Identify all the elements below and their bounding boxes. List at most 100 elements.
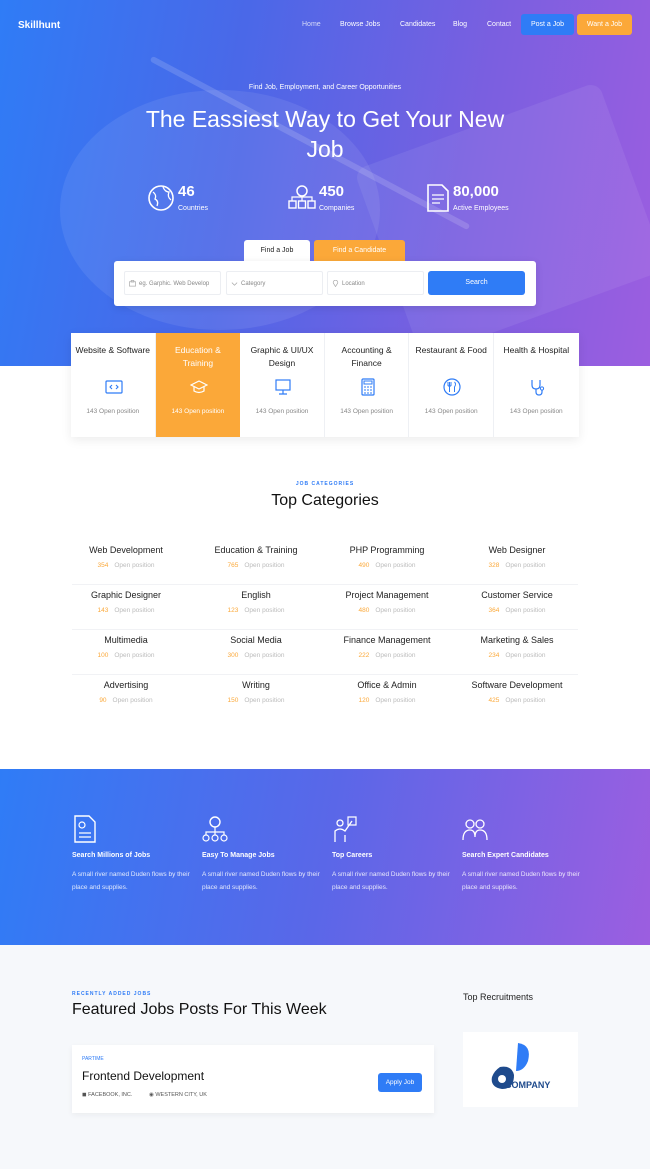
keyword-input[interactable]: eg. Garphic. Web Develop	[124, 271, 221, 295]
companies-icon	[288, 185, 316, 209]
top-navigation: Skillhunt Home Browse Jobs Candidates Bl…	[0, 0, 650, 50]
category-card-education-training[interactable]: Education & Training 143 Open position	[155, 333, 241, 437]
category-item[interactable]: Office & Admin 120 Open position	[322, 678, 452, 723]
category-item[interactable]: PHP Programming 490 Open position	[322, 543, 452, 588]
briefcase-icon	[129, 280, 136, 287]
feature-description: A small river named Duden flows by their…	[332, 871, 450, 891]
restaurant-icon	[443, 378, 461, 396]
category-count: 222	[358, 652, 370, 659]
category-count-label: Open position	[244, 562, 285, 569]
job-card[interactable]: PARTIME Frontend Development ◼ FACEBOOK,…	[72, 1045, 434, 1113]
job-company: ◼ FACEBOOK, INC.	[82, 1092, 132, 1098]
tab-find-candidate[interactable]: Find a Candidate	[314, 240, 405, 262]
category-card-open: 143 Open position	[509, 408, 563, 415]
company-logo-card[interactable]: COMPANY	[463, 1032, 578, 1107]
category-name: Customer Service	[481, 590, 553, 600]
job-type-badge: PARTIME	[82, 1056, 104, 1062]
graduation-cap-icon	[189, 380, 208, 394]
site-logo[interactable]: Skillhunt	[18, 20, 60, 31]
post-job-button[interactable]: Post a Job	[521, 14, 574, 35]
category-card-open: 143 Open position	[424, 408, 478, 415]
category-count: 480	[358, 607, 370, 614]
hero-tagline: Find Job, Employment, and Career Opportu…	[248, 84, 402, 91]
keyword-input-value: eg. Garphic. Web Develop	[139, 281, 210, 287]
category-item[interactable]: Project Management 480 Open position	[322, 588, 452, 633]
category-card-accounting-finance[interactable]: Accounting & Finance 143 Open position	[325, 333, 410, 437]
feature-title: Top Careers	[332, 852, 373, 859]
feature-item: Easy To Manage Jobs A small river named …	[202, 815, 327, 894]
feature-title: Search Millions of Jobs	[72, 852, 151, 859]
nav-link-home[interactable]: Home	[302, 21, 321, 28]
top-categories-title: Top Categories	[271, 492, 379, 509]
feature-item: Search Expert Candidates A small river n…	[462, 815, 587, 894]
category-item[interactable]: Graphic Designer 143 Open position	[61, 588, 191, 633]
category-name: Social Media	[230, 635, 282, 645]
category-name: Software Development	[471, 680, 563, 690]
category-count: 150	[227, 697, 239, 704]
category-item[interactable]: Writing 150 Open position	[191, 678, 321, 723]
nav-link-candidates[interactable]: Candidates	[400, 21, 435, 28]
category-count-label: Open position	[375, 607, 416, 614]
calculator-icon	[361, 378, 375, 396]
category-count-label: Open position	[244, 607, 285, 614]
category-count: 143	[97, 607, 109, 614]
category-card-title: Education & Training	[174, 345, 221, 368]
category-card-open: 143 Open position	[340, 408, 393, 415]
nav-link-contact[interactable]: Contact	[487, 21, 511, 28]
location-input-placeholder: Location	[342, 281, 365, 287]
category-item[interactable]: Marketing & Sales 234 Open position	[452, 633, 582, 678]
top-categories-kicker: JOB CATEGORIES	[295, 481, 355, 487]
network-icon	[202, 816, 228, 842]
category-item[interactable]: Social Media 300 Open position	[191, 633, 321, 678]
job-title[interactable]: Frontend Development	[82, 1069, 204, 1083]
category-item[interactable]: Customer Service 364 Open position	[452, 588, 582, 633]
category-item[interactable]: Education & Training 765 Open position	[191, 543, 321, 588]
category-card-website-software[interactable]: Website & Software 143 Open position	[71, 333, 156, 437]
apply-job-button[interactable]: Apply Job	[378, 1073, 422, 1092]
feature-description: A small river named Duden flows by their…	[202, 871, 320, 891]
location-input[interactable]: Location	[327, 271, 424, 295]
category-count-label: Open position	[112, 697, 153, 704]
category-card-open: 143 Open position	[255, 408, 309, 415]
nav-link-browse-jobs[interactable]: Browse Jobs	[340, 21, 380, 28]
category-card-graphic-design[interactable]: Graphic & UI/UX Design 143 Open position	[240, 333, 325, 437]
category-item[interactable]: Advertising 90 Open position	[61, 678, 191, 723]
category-name: Project Management	[345, 590, 429, 600]
category-item[interactable]: Finance Management 222 Open position	[322, 633, 452, 678]
design-icon	[275, 379, 291, 395]
category-select[interactable]: Category	[226, 271, 323, 295]
category-count: 300	[227, 652, 239, 659]
category-card-title: Accounting & Finance	[341, 345, 392, 368]
nav-link-blog[interactable]: Blog	[453, 21, 467, 28]
category-count-label: Open position	[505, 652, 546, 659]
category-card-health-hospital[interactable]: Health & Hospital 143 Open position	[494, 333, 579, 437]
category-count: 364	[488, 607, 500, 614]
stat-label: Companies	[319, 205, 355, 212]
category-item[interactable]: Web Development 354 Open position	[61, 543, 191, 588]
want-job-button[interactable]: Want a Job	[577, 14, 632, 35]
stat-active-employees: 80,000 Active Employees	[424, 183, 524, 217]
top-recruitments-title: Top Recruitments	[463, 992, 534, 1002]
category-count-label: Open position	[505, 607, 546, 614]
category-count-label: Open position	[244, 652, 285, 659]
category-name: Writing	[242, 680, 270, 690]
category-count-label: Open position	[505, 697, 546, 704]
feature-item: Top Careers A small river named Duden fl…	[332, 815, 457, 894]
company-name: COMPANY	[505, 1080, 551, 1090]
stat-label: Countries	[178, 205, 208, 212]
feature-title: Easy To Manage Jobs	[202, 852, 275, 859]
category-name: Graphic Designer	[90, 590, 162, 600]
category-count: 354	[97, 562, 109, 569]
category-item[interactable]: Web Designer 328 Open position	[452, 543, 582, 588]
hero-section: Skillhunt Home Browse Jobs Candidates Bl…	[0, 0, 650, 366]
category-card-restaurant-food[interactable]: Restaurant & Food 143 Open position	[409, 333, 494, 437]
category-item[interactable]: Software Development 425 Open position	[452, 678, 582, 723]
category-card-open: 143 Open position	[86, 408, 140, 415]
category-item[interactable]: Multimedia 100 Open position	[61, 633, 191, 678]
search-button[interactable]: Search	[428, 271, 525, 295]
category-item[interactable]: English 123 Open position	[191, 588, 321, 633]
category-count: 425	[488, 697, 500, 704]
category-name: Web Designer	[488, 545, 546, 555]
tab-find-job[interactable]: Find a Job	[244, 240, 310, 262]
category-count: 123	[227, 607, 239, 614]
